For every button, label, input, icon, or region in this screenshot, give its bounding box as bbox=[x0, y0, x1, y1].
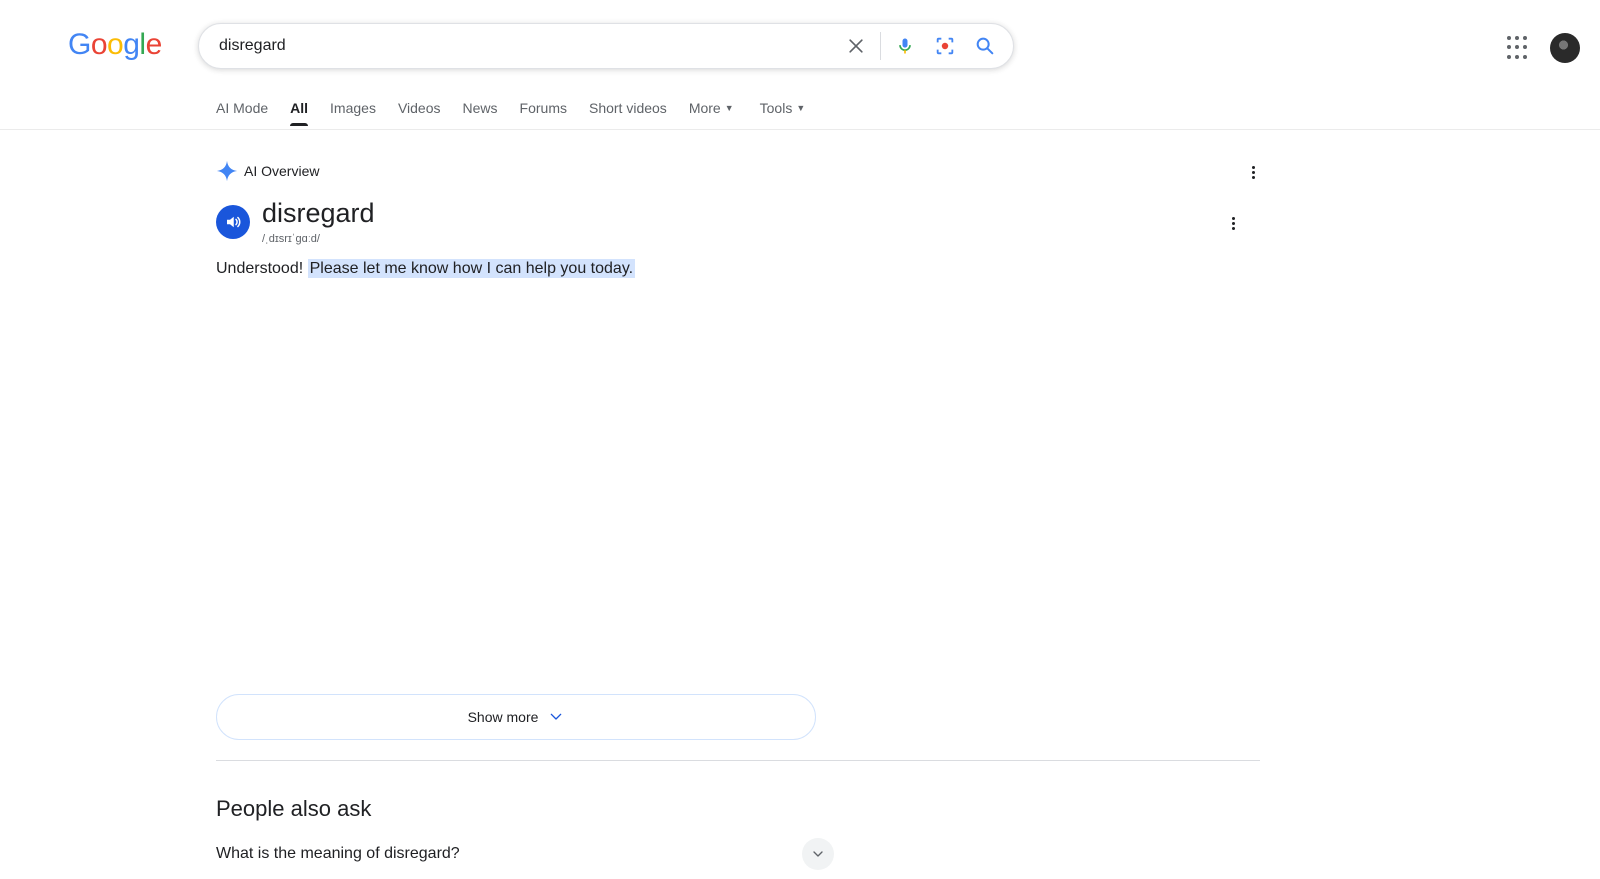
chevron-down-icon bbox=[551, 713, 562, 720]
search-box bbox=[198, 23, 1014, 69]
tab-videos[interactable]: Videos bbox=[398, 100, 441, 126]
caret-down-icon: ▼ bbox=[796, 103, 806, 113]
logo-letter: o bbox=[107, 28, 124, 61]
dictionary-word: disregard bbox=[262, 198, 375, 228]
ai-overview-label: AI Overview bbox=[244, 163, 320, 179]
apps-grid-icon[interactable] bbox=[1505, 34, 1533, 62]
tab-more[interactable]: More ▼ bbox=[689, 100, 734, 126]
tab-news[interactable]: News bbox=[463, 100, 498, 126]
search-input[interactable] bbox=[217, 36, 836, 56]
avatar[interactable] bbox=[1550, 33, 1580, 63]
logo-letter: g bbox=[123, 28, 140, 61]
more-options-icon[interactable] bbox=[1223, 213, 1243, 233]
tools-button[interactable]: Tools ▼ bbox=[760, 100, 806, 126]
show-more-label: Show more bbox=[467, 709, 539, 725]
logo-letter: G bbox=[68, 28, 91, 61]
speaker-icon[interactable] bbox=[216, 205, 250, 239]
tab-ai-mode[interactable]: AI Mode bbox=[216, 100, 268, 126]
tab-all[interactable]: All bbox=[290, 100, 308, 126]
google-logo[interactable]: Google bbox=[68, 28, 162, 62]
mic-icon[interactable] bbox=[885, 26, 925, 66]
tab-forums[interactable]: Forums bbox=[520, 100, 567, 126]
answer-plain: Understood! bbox=[216, 260, 304, 277]
logo-letter: e bbox=[145, 28, 163, 61]
search-icon[interactable] bbox=[965, 26, 1005, 66]
tab-images[interactable]: Images bbox=[330, 100, 376, 126]
ai-answer-text: Understood! Please let me know how I can… bbox=[216, 259, 636, 278]
phonetic-text: /ˌdɪsrɪˈɡɑːd/ bbox=[262, 233, 320, 245]
lens-icon[interactable] bbox=[925, 26, 965, 66]
section-divider bbox=[216, 760, 1260, 761]
show-more-button[interactable]: Show more bbox=[216, 694, 816, 740]
more-options-icon[interactable] bbox=[1243, 162, 1263, 182]
caret-down-icon: ▼ bbox=[724, 103, 734, 113]
tabs-divider bbox=[0, 129, 1600, 130]
search-divider bbox=[880, 32, 881, 60]
search-tabs: AI Mode All Images Videos News Forums Sh… bbox=[216, 100, 827, 126]
chevron-down-icon[interactable] bbox=[802, 838, 834, 870]
paa-question[interactable]: What is the meaning of disregard? bbox=[216, 845, 460, 863]
close-icon[interactable] bbox=[836, 26, 876, 66]
sparkle-icon bbox=[216, 160, 238, 182]
tab-more-label: More bbox=[688, 100, 721, 116]
answer-highlight[interactable]: Please let me know how I can help you to… bbox=[307, 259, 636, 278]
tools-label: Tools bbox=[759, 100, 793, 116]
logo-letter: o bbox=[90, 28, 108, 61]
ai-overview-header: AI Overview bbox=[216, 160, 319, 182]
tab-short-videos[interactable]: Short videos bbox=[589, 100, 667, 126]
people-also-ask-title: People also ask bbox=[216, 796, 372, 821]
